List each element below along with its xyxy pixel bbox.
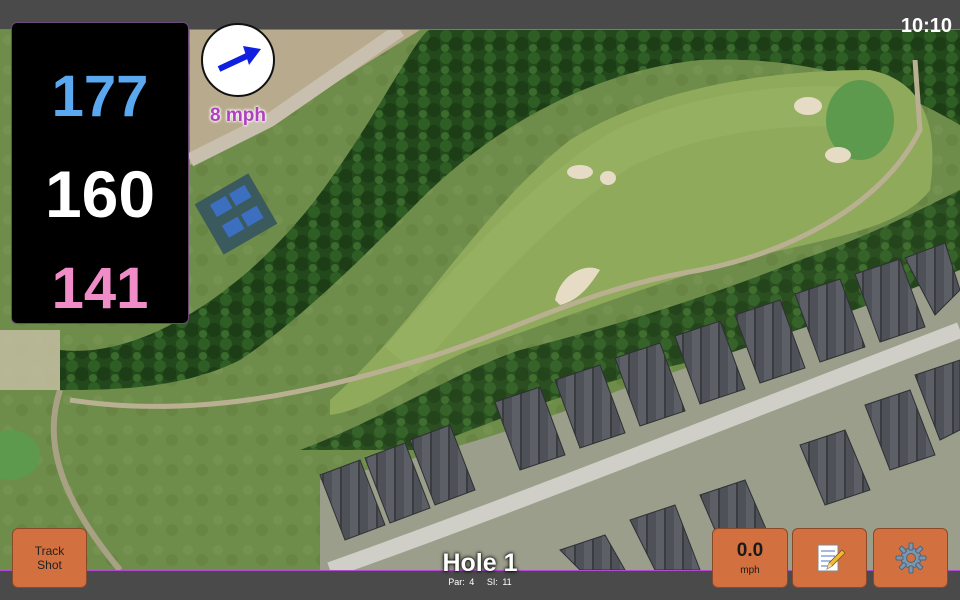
settings-button[interactable] bbox=[873, 528, 948, 588]
distance-panel: 177 160 141 bbox=[11, 22, 189, 324]
track-shot-button[interactable]: Track Shot bbox=[12, 528, 87, 588]
hole-stroke-index: SI: 11 bbox=[486, 577, 512, 587]
speed-unit: mph bbox=[740, 565, 760, 576]
wind-speed-label: 8 mph bbox=[210, 105, 266, 126]
wind-dial bbox=[201, 23, 275, 97]
track-shot-label-line2: Shot bbox=[37, 558, 62, 572]
hole-par: Par: 4 bbox=[448, 577, 475, 587]
notes-button[interactable] bbox=[792, 528, 867, 588]
hole-info: Par: 4 SI: 11 bbox=[380, 577, 580, 587]
status-clock: 10:10 bbox=[900, 15, 952, 37]
speed-value: 0.0 bbox=[736, 540, 764, 561]
distance-front-of-green: 141 bbox=[51, 256, 149, 321]
wind-direction-arrow-icon bbox=[217, 46, 261, 72]
distance-back-of-green: 177 bbox=[51, 64, 149, 129]
track-shot-label-line1: Track bbox=[34, 544, 65, 558]
speed-button[interactable]: 0.0 mph bbox=[712, 528, 788, 588]
distance-middle-of-green: 160 bbox=[44, 157, 156, 231]
notepad-pencil-icon bbox=[817, 544, 846, 572]
gear-icon bbox=[895, 542, 926, 574]
hole-title: Hole 1 bbox=[442, 549, 518, 577]
